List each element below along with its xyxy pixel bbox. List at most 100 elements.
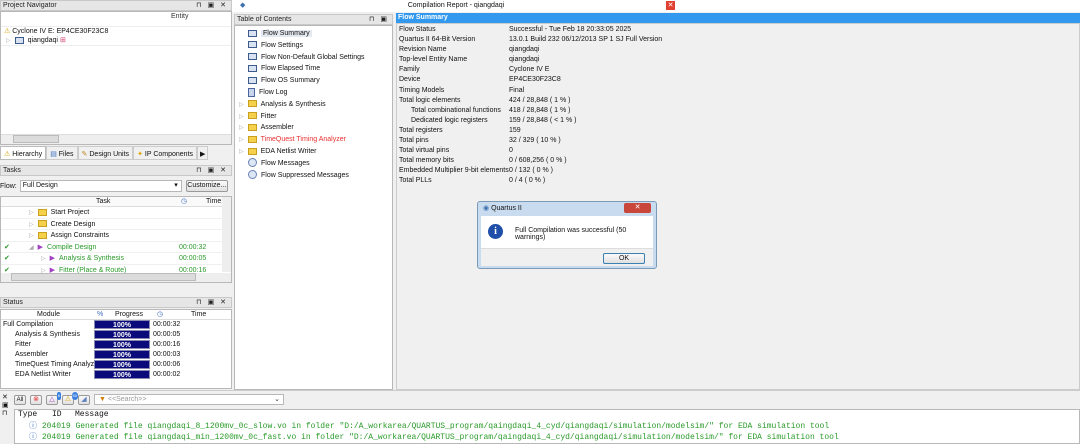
progress-bar: 100% [94,340,150,349]
tab-design-units[interactable]: ✎ Design Units [77,146,134,160]
chevron-down-icon: ⌄ [274,396,280,403]
panel-controls[interactable]: ⊓ ▣ [369,15,389,25]
panel-controls[interactable]: ⊓ ▣ ✕ [196,1,228,11]
toc-item[interactable]: Flow Log [235,87,392,99]
summary-row: Top-level Entity Name qiangdaqi [397,55,1079,65]
summary-value: Cyclone IV E [509,66,550,74]
filter-all-button[interactable]: All [14,394,26,405]
check-icon: ✔ [4,243,10,251]
flow-row: Flow: Full Design ▾ Customize... [0,179,232,193]
error-filter-button[interactable]: ⊗ [30,394,42,405]
toc-item[interactable]: ▷ Assembler [235,122,392,134]
ok-button[interactable]: OK [603,253,645,264]
tab-label: Design Units [89,151,130,158]
folder-icon [37,220,47,228]
toc-item[interactable]: ▷ Fitter [235,111,392,123]
task-row[interactable]: ✔ ◢ ▶ Compile Design 00:00:32 [1,242,231,253]
dialog-close-button[interactable]: ✕ [624,203,651,213]
summary-row: Dedicated logic registers 159 / 28,848 ( … [397,116,1079,126]
flag-icon: ▶ [37,243,44,251]
column-message: Message [75,410,109,419]
panel-controls[interactable]: ⊓ ▣ ✕ [196,298,228,308]
entity-node[interactable]: ▷ qiangdaqi ⊞ [1,36,231,46]
task-row[interactable]: ▷ Start Project [1,207,231,219]
panel-title: Table of Contents [237,16,292,23]
suppressed-filter-button[interactable]: ◢ [78,394,90,405]
module-time: 00:00:03 [153,351,181,358]
toc-item[interactable]: ▷ EDA Netlist Writer [235,146,392,158]
tab-label: Hierarchy [12,151,43,158]
critical-warning-filter-button[interactable]: △ 6 [46,391,61,405]
messages-list: Type ID Message ⓘ 204019 Generated file qi… [14,409,1080,444]
tab-ip-components[interactable]: ✦ IP Components [133,146,198,160]
message-row[interactable]: ⓘ 204019 Generated file qiangdaqi_min_12… [15,432,1079,443]
messages-header: Type ID Message [15,410,1079,421]
customize-button[interactable]: Customize... [185,180,228,192]
flow-label: Flow: [0,182,17,190]
tab-files[interactable]: ▤ Files [46,146,78,160]
toc-label: Flow Messages [261,159,310,167]
summary-key: Total registers [399,126,443,134]
summary-key: Total pins [399,137,429,145]
summary-key: Quartus II 64-Bit Version [399,36,476,44]
folder-icon [247,100,257,108]
toc-item[interactable]: Flow Messages [235,158,392,170]
toc-label: Analysis & Synthesis [260,100,326,108]
message-search-input[interactable]: ▼ <<Search>> ⌄ [94,394,284,405]
task-label: Compile Design [47,243,97,251]
flow-value: Full Design [22,182,58,189]
toc-label: Flow Non-Default Global Settings [261,53,365,61]
progress-bar: 100% [94,330,150,339]
module-name: Full Compilation [3,321,54,328]
panel-controls[interactable]: ⊓ ▣ ✕ [196,166,228,176]
tab-scroll-right[interactable]: ▶ [197,146,209,160]
toc-item[interactable]: ▷ Analysis & Synthesis [235,99,392,111]
flow-select[interactable]: Full Design ▾ [19,180,182,192]
toc-item[interactable]: ▷ TimeQuest Timing Analyzer [235,134,392,146]
toc-label: TimeQuest Timing Analyzer [260,136,346,144]
entity-label: qiangdaqi [27,37,58,44]
navigator-tabs: ⚠ Hierarchy ▤ Files ✎ Design Units ✦ IP … [0,146,232,160]
message-row[interactable]: ⓘ 204019 Generated file qiangdaqi_8_1200… [15,421,1079,432]
task-row[interactable]: ▷ Create Design [1,219,231,230]
task-row[interactable]: ✔ ▷ ▶ Analysis & Synthesis 00:00:05 [1,253,231,265]
progress-bar: 100% [94,370,150,379]
panel-controls[interactable]: ✕ ▣ ⊓ [2,394,12,418]
warning-icon: ⚠ [4,28,11,35]
toc-item[interactable]: Flow Settings [235,40,392,52]
close-report-button[interactable]: ✕ [666,1,675,10]
toc-item[interactable]: Flow Elapsed Time [235,63,392,75]
quartus-dialog: ◉ Quartus II ✕ i Full Compilation was su… [477,201,657,269]
tab-label: Files [58,151,74,158]
tab-hierarchy[interactable]: ⚠ Hierarchy [0,146,47,160]
panel-title: Project Navigator [3,2,57,9]
vertical-scrollbar[interactable] [222,197,231,272]
summary-row: Total registers 159 [397,126,1079,136]
toc-item[interactable]: Flow Summary [235,28,392,40]
horizontal-scrollbar[interactable] [1,134,231,144]
summary-key: Family [399,66,420,74]
toc-item[interactable]: Flow Non-Default Global Settings [235,52,392,64]
tasks-table: Task ◷ Time ▷ Start Project ▷ Create Design ▷ A… [0,196,232,283]
entity-icon [14,36,24,44]
device-label: Cyclone IV E: EP4CE30F23C8 [12,28,109,35]
toc-label: EDA Netlist Writer [260,147,317,155]
summary-key: Total memory bits [399,157,454,165]
tasks-header: Tasks ⊓ ▣ ✕ [0,165,232,176]
toc-item[interactable]: Flow Suppressed Messages [235,170,392,182]
messages-panel: ✕ ▣ ⊓ All ⊗ △ 6 ⚠ 50 ◢ ▼ <<Search>> ⌄ Type ID M… [0,390,1080,444]
folder-icon [37,208,47,216]
task-row[interactable]: ▷ Assign Constraints [1,230,231,242]
flow-summary-header: Flow Summary [396,13,1080,23]
warning-filter-button[interactable]: ⚠ 50 [62,391,78,405]
table-icon [248,41,257,49]
device-node[interactable]: ⚠ Cyclone IV E: EP4CE30F23C8 [1,26,231,36]
toc-item[interactable]: Flow OS Summary [235,75,392,87]
progress-bar: 100% [94,350,150,359]
summary-value: 424 / 28,848 ( 1 % ) [509,96,571,104]
horizontal-scrollbar[interactable] [1,273,231,282]
summary-key: Top-level Entity Name [399,56,468,64]
dialog-message: Full Compilation was successful (50 warn… [515,227,627,241]
info-icon: ⓘ [29,433,37,442]
summary-value: EP4CE30F23C8 [509,76,561,84]
